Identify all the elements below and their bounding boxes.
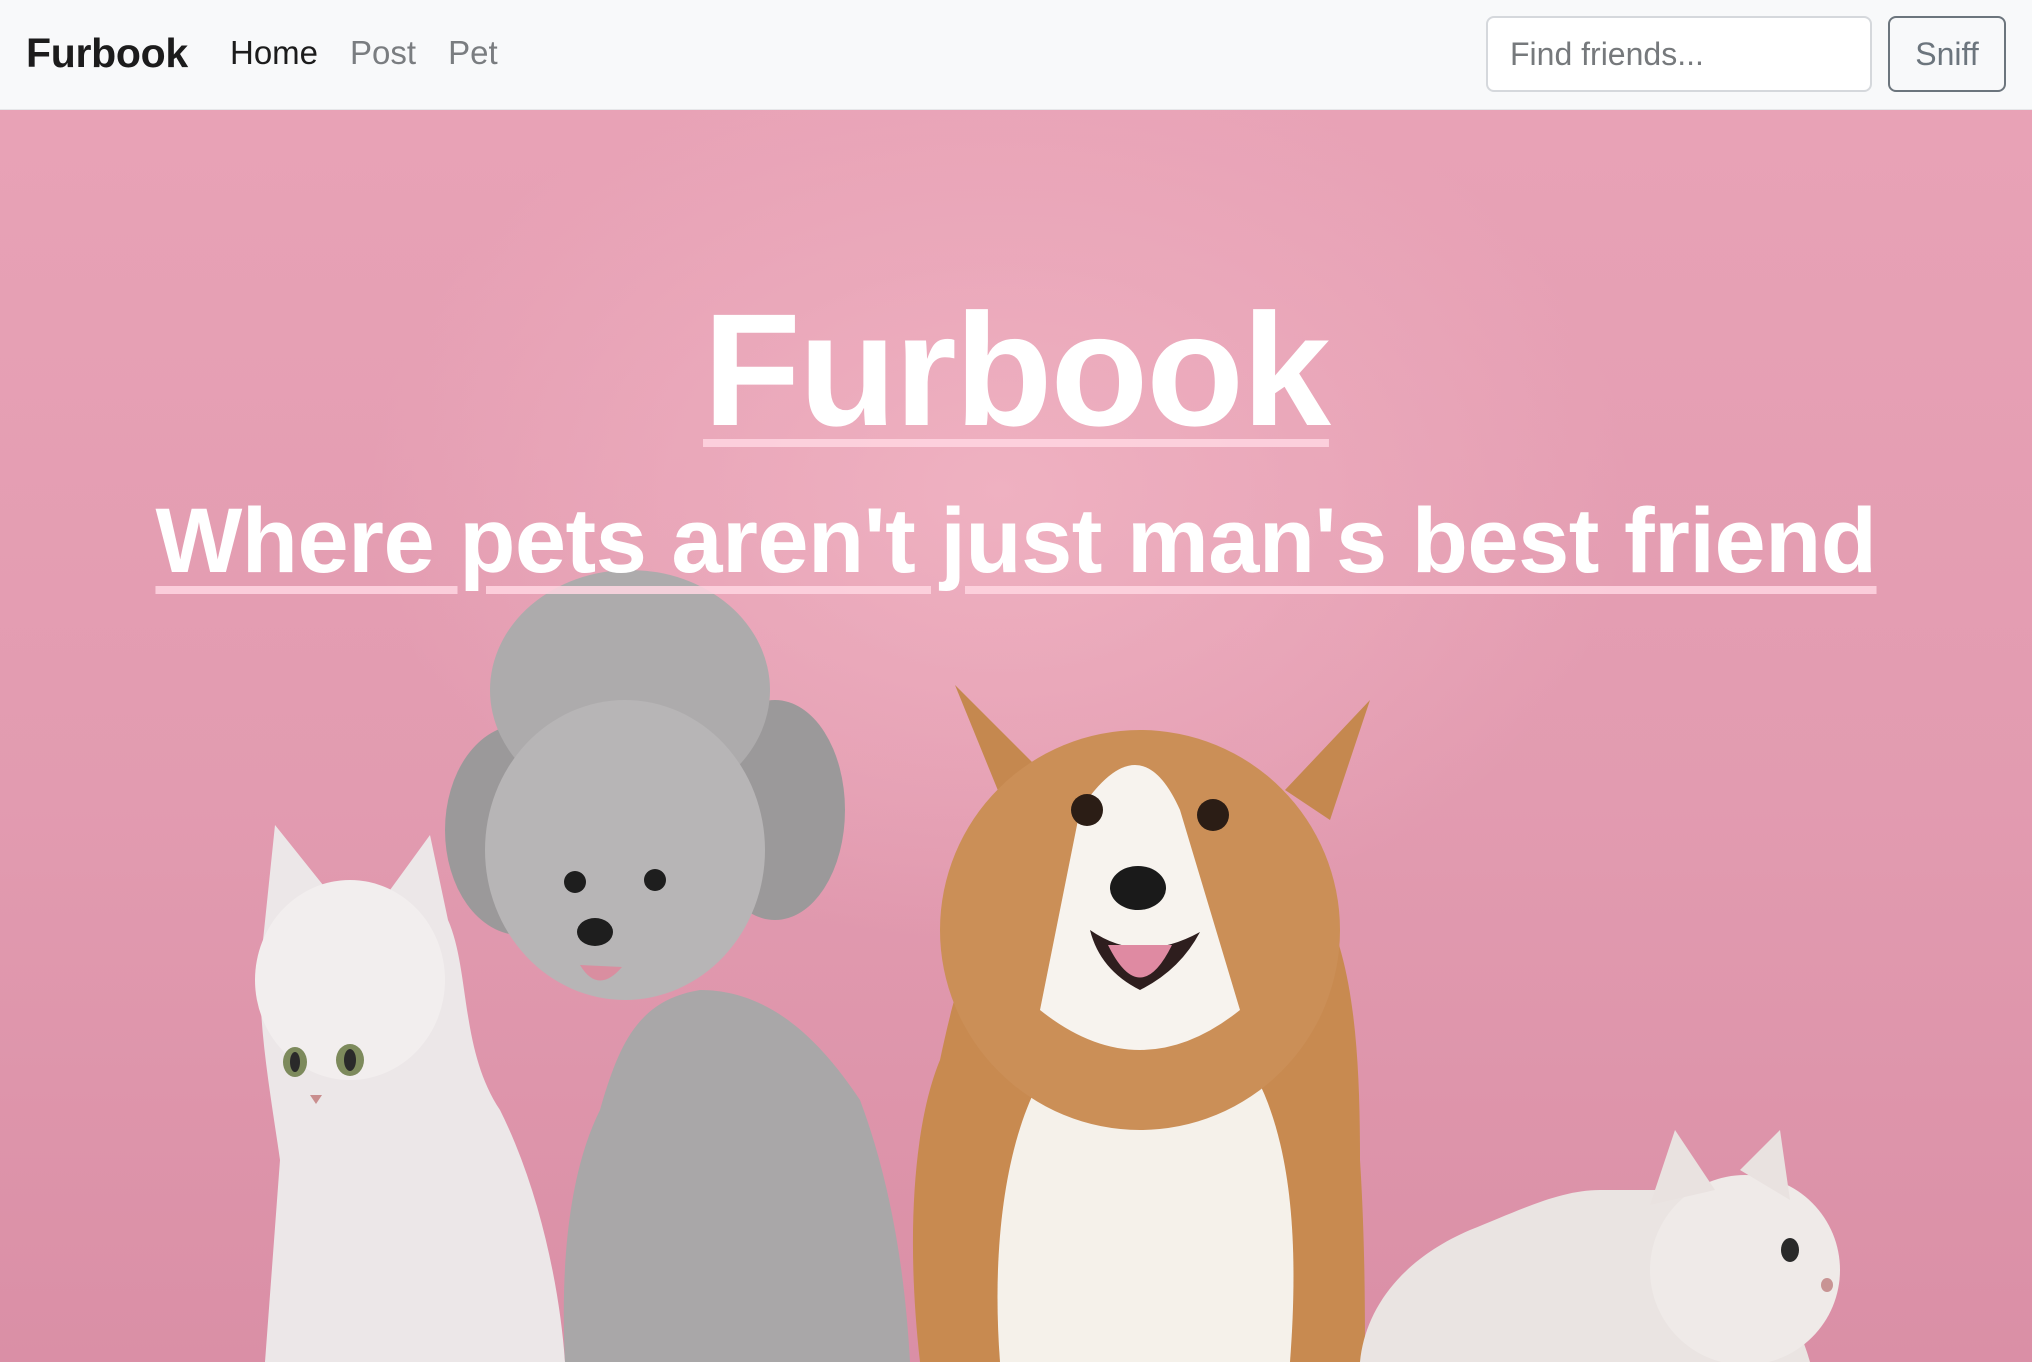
top-navbar: Furbook Home Post Pet Sniff	[0, 0, 2032, 110]
hero-banner: Furbook Where pets aren't just man's bes…	[0, 110, 2032, 1362]
nav-link-home[interactable]: Home	[230, 34, 318, 72]
search-input[interactable]	[1486, 16, 1872, 92]
hero-subtitle: Where pets aren't just man's best friend	[155, 490, 1877, 592]
nav-link-post[interactable]: Post	[350, 34, 416, 72]
hero-title: Furbook	[703, 280, 1331, 459]
nav-link-pet[interactable]: Pet	[448, 34, 498, 72]
brand-logo-link[interactable]: Furbook	[26, 30, 188, 77]
search-button[interactable]: Sniff	[1888, 16, 2006, 92]
right-cat-illustration	[1360, 1130, 1840, 1362]
nav-links: Home Post Pet	[230, 34, 498, 72]
corgi-illustration	[912, 685, 1370, 1362]
